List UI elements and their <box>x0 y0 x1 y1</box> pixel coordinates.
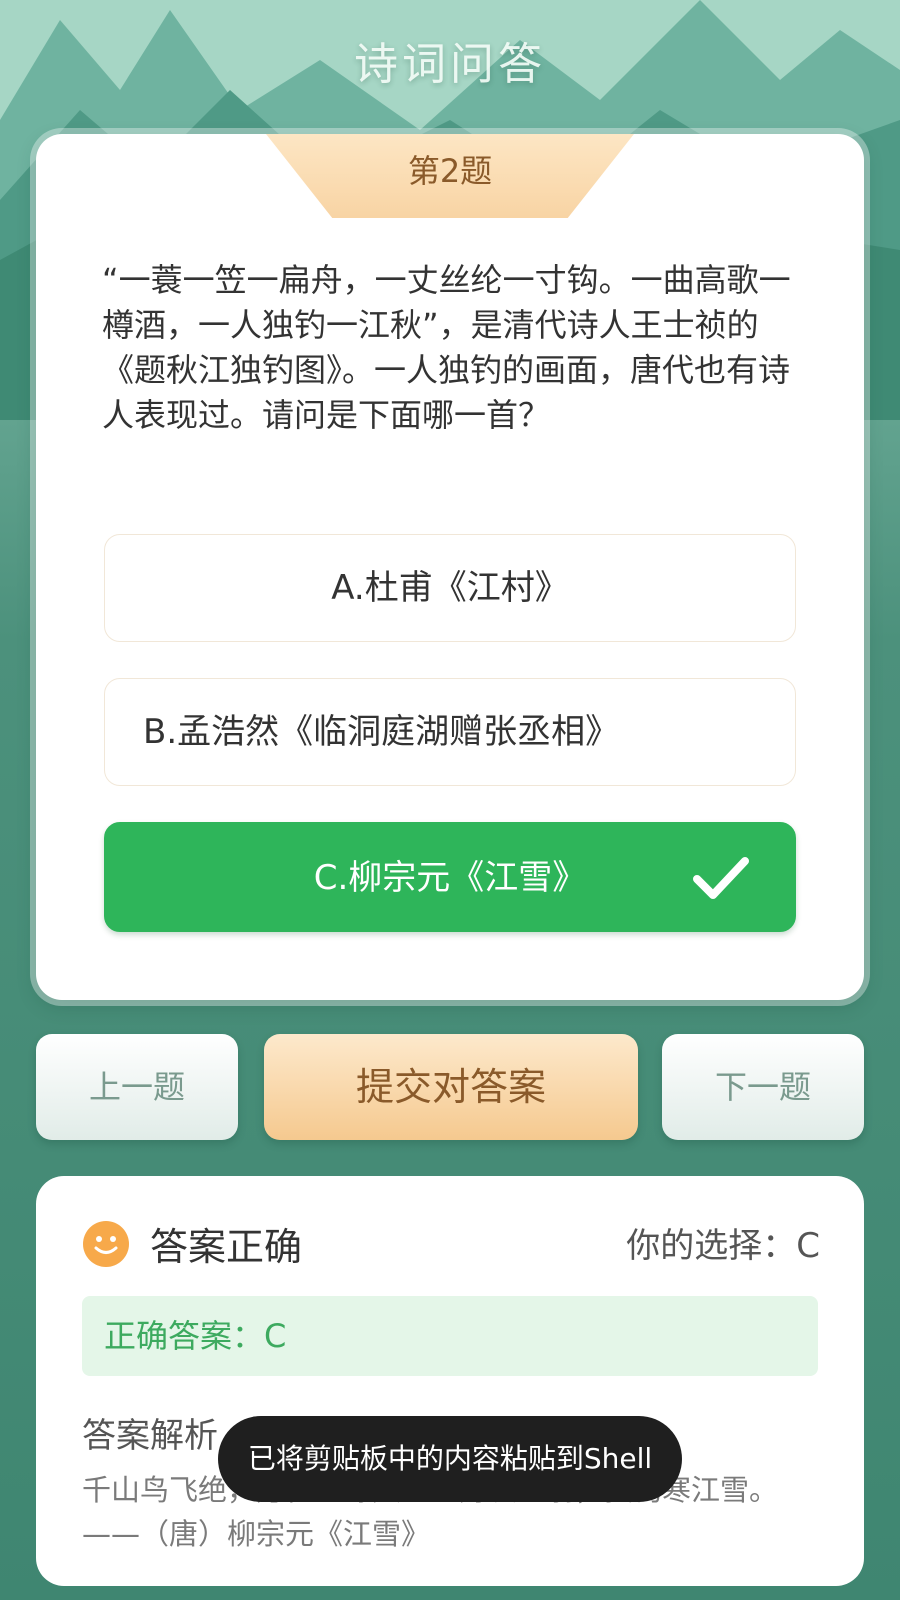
page-title: 诗词问答 <box>354 39 546 90</box>
question-text: “一蓑一笠一扁舟，一丈丝纶一寸钩。一曲高歌一樽酒，一人独钓一江秋”，是清代诗人王… <box>102 261 791 434</box>
next-question-button[interactable]: 下一题 <box>662 1034 864 1140</box>
option-a-label: A.杜甫《江村》 <box>331 568 569 608</box>
submit-answer-button[interactable]: 提交对答案 <box>264 1034 638 1140</box>
option-b-label: B.孟浩然《临洞庭湖赠张丞相》 <box>143 712 620 752</box>
option-b[interactable]: B.孟浩然《临洞庭湖赠张丞相》 <box>104 678 796 786</box>
option-c-selected[interactable]: C.柳宗元《江雪》 <box>104 822 796 932</box>
result-status: 答案正确 <box>150 1225 303 1269</box>
prev-question-button[interactable]: 上一题 <box>36 1034 238 1140</box>
smile-icon <box>83 1221 129 1267</box>
option-c-label: C.柳宗元《江雪》 <box>313 858 587 898</box>
clipboard-toast: 已将剪贴板中的内容粘贴到Shell <box>218 1416 682 1502</box>
correct-answer-box: 正确答案：C <box>82 1296 818 1376</box>
result-card: 答案正确 你的选择：C 正确答案：C 答案解析 千山鸟飞绝，万径人踪灭。孤舟蓑笠… <box>36 1176 864 1586</box>
option-a[interactable]: A.杜甫《江村》 <box>104 534 796 642</box>
check-icon <box>693 857 749 899</box>
your-choice: 你的选择：C <box>626 1226 820 1266</box>
question-number-tag: 第2题 <box>266 134 634 218</box>
question-card: 第2题 “一蓑一笠一扁舟，一丈丝纶一寸钩。一曲高歌一樽酒，一人独钓一江秋”，是清… <box>36 134 864 1000</box>
analysis-title: 答案解析 <box>82 1416 218 1456</box>
